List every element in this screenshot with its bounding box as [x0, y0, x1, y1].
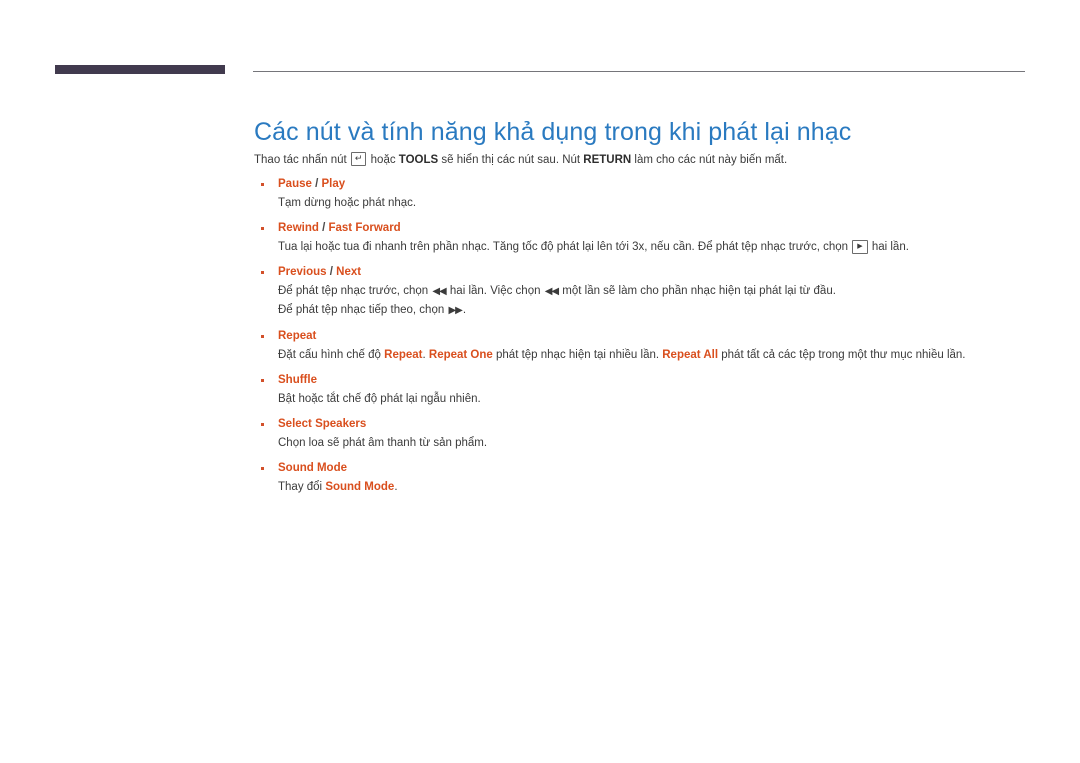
description-text: Để phát tệp nhạc trước, chọn — [278, 285, 432, 297]
description-text: Bật hoặc tắt chế độ phát lại ngẫu nhiên. — [278, 393, 481, 405]
feature-list: Pause / Play Tạm dừng hoặc phát nhạc. Rewi… — [254, 177, 1034, 496]
feature-heading: Previous / Next — [278, 265, 1034, 280]
intro-text-part3: sẽ hiển thị các nút sau. Nút — [438, 154, 584, 166]
bullet-marker-icon — [261, 183, 264, 186]
description-text: Đặt cấu hình chế độ — [278, 349, 385, 361]
feature-description: Thay đổi Sound Mode. — [278, 478, 1034, 496]
feature-heading-secondary: Next — [336, 266, 362, 278]
feature-description: Tua lại hoặc tua đi nhanh trên phần nhạc… — [278, 238, 1034, 256]
feature-heading: Select Speakers — [278, 417, 1034, 432]
feature-list-item: Repeat Đặt cấu hình chế độ Repeat. Repeat… — [254, 329, 1034, 364]
feature-description: Đặt cấu hình chế độ Repeat. Repeat One p… — [278, 346, 1034, 364]
description-text: phát tệp nhạc hiện tại nhiều lần. — [492, 349, 663, 361]
skip-previous-icon: ◀◀ — [432, 286, 446, 297]
enter-key-icon: ↵ — [350, 152, 367, 166]
bullet-marker-icon — [261, 423, 264, 426]
feature-list-item: Pause / Play Tạm dừng hoặc phát nhạc. — [254, 177, 1034, 212]
bullet-marker-icon — [261, 379, 264, 382]
feature-heading: Sound Mode — [278, 461, 1034, 476]
header-divider-rule — [253, 71, 1025, 72]
feature-list-item: Previous / Next Để phát tệp nhạc trước, c… — [254, 265, 1034, 320]
description-text: phát tất cả các tệp trong một thư mục nh… — [718, 349, 966, 361]
feature-heading: Repeat — [278, 329, 1034, 344]
feature-heading-primary: Sound Mode — [278, 462, 347, 474]
feature-heading: Shuffle — [278, 373, 1034, 388]
intro-text-part2: hoặc — [367, 154, 399, 166]
description-text: một lần sẽ làm cho phần nhạc hiện tại ph… — [559, 285, 836, 297]
content-body: Thao tác nhấn nút ↵ hoặc TOOLS sẽ hiển t… — [254, 152, 1034, 496]
description-text: Chọn loa sẽ phát âm thanh từ sản phẩm. — [278, 437, 488, 449]
feature-list-item: Select Speakers Chọn loa sẽ phát âm thanh… — [254, 417, 1034, 452]
feature-heading-secondary: Fast Forward — [328, 222, 401, 234]
highlighted-term: Sound Mode — [325, 481, 395, 493]
bullet-marker-icon — [261, 271, 264, 274]
feature-heading-primary: Previous — [278, 266, 327, 278]
feature-heading: Rewind / Fast Forward — [278, 221, 1034, 236]
feature-heading-primary: Select Speakers — [278, 418, 367, 430]
description-text: Thay đổi — [278, 481, 326, 493]
play-key-icon: ▶ — [852, 240, 868, 254]
description-text: hai lần. Việc chọn — [446, 285, 544, 297]
skip-next-icon: ▶▶ — [448, 305, 462, 316]
skip-previous-icon: ◀◀ — [544, 286, 559, 297]
highlighted-term: Repeat One — [428, 349, 493, 361]
tools-button-label: TOOLS — [398, 154, 439, 166]
feature-list-item: Rewind / Fast Forward Tua lại hoặc tua đi… — [254, 221, 1034, 256]
header-accent-bar — [55, 65, 225, 74]
page-title: Các nút và tính năng khả dụng trong khi … — [254, 117, 852, 146]
description-text: hai lần. — [868, 241, 909, 253]
feature-heading-primary: Rewind — [278, 222, 319, 234]
feature-list-item: Sound Mode Thay đổi Sound Mode. — [254, 461, 1034, 496]
description-text: Tạm dừng hoặc phát nhạc. — [278, 197, 417, 209]
feature-heading-primary: Pause — [278, 178, 312, 190]
intro-paragraph: Thao tác nhấn nút ↵ hoặc TOOLS sẽ hiển t… — [254, 152, 1034, 168]
document-page: Các nút và tính năng khả dụng trong khi … — [0, 0, 1080, 763]
feature-list-item: Shuffle Bật hoặc tắt chế độ phát lại ngẫu… — [254, 373, 1034, 408]
feature-heading-separator: / — [326, 266, 337, 278]
feature-description: Để phát tệp nhạc tiếp theo, chọn ▶▶. — [278, 301, 1034, 320]
intro-text-part4: làm cho các nút này biến mất. — [631, 154, 788, 166]
feature-description: Để phát tệp nhạc trước, chọn ◀◀ hai lần.… — [278, 282, 1034, 301]
feature-heading-secondary: Play — [321, 178, 346, 190]
bullet-marker-icon — [261, 467, 264, 470]
feature-heading-primary: Repeat — [278, 330, 317, 342]
description-text: . — [394, 481, 398, 493]
feature-description: Bật hoặc tắt chế độ phát lại ngẫu nhiên. — [278, 390, 1034, 408]
feature-description: Tạm dừng hoặc phát nhạc. — [278, 194, 1034, 212]
bullet-marker-icon — [261, 335, 264, 338]
highlighted-term: Repeat — [384, 349, 423, 361]
return-button-label: RETURN — [583, 154, 632, 166]
feature-heading: Pause / Play — [278, 177, 1034, 192]
highlighted-term: Repeat All — [662, 349, 719, 361]
intro-text-part1: Thao tác nhấn nút — [254, 154, 350, 166]
description-text: Để phát tệp nhạc tiếp theo, chọn — [278, 304, 448, 316]
bullet-marker-icon — [261, 227, 264, 230]
description-text: . — [462, 304, 467, 316]
feature-heading-primary: Shuffle — [278, 374, 317, 386]
description-text: Tua lại hoặc tua đi nhanh trên phần nhạc… — [278, 241, 852, 253]
feature-description: Chọn loa sẽ phát âm thanh từ sản phẩm. — [278, 434, 1034, 452]
